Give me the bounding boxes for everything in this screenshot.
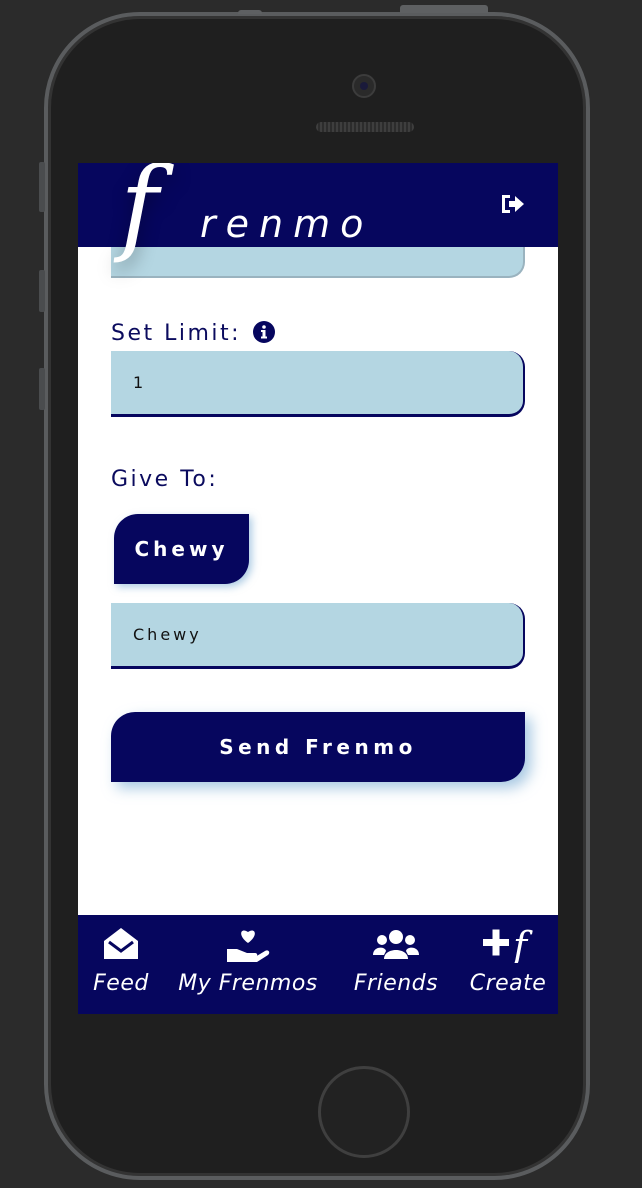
mute-switch (39, 162, 45, 212)
svg-text:f: f (510, 925, 533, 963)
tab-my-frenmos-label: My Frenmos (178, 971, 318, 996)
tab-create-label: Create (469, 971, 547, 996)
limit-input[interactable] (111, 351, 525, 417)
sign-out-icon[interactable] (500, 193, 526, 215)
tab-create[interactable]: f Create (464, 915, 552, 1014)
top-notch-button (238, 10, 262, 14)
logo-wordmark: renmo (200, 202, 374, 246)
tab-feed-label: Feed (93, 971, 149, 996)
tab-feed[interactable]: Feed (88, 915, 154, 1014)
tab-friends[interactable]: Friends (346, 915, 446, 1014)
friend-input[interactable] (111, 603, 525, 669)
earpiece-speaker (316, 122, 414, 132)
logo-f: f (120, 163, 159, 266)
give-to-label: Give To: (111, 467, 219, 492)
volume-down-button (39, 368, 45, 410)
app-screen: renmo f Set Limit: Give To: Chewy Send F… (78, 163, 558, 1014)
tab-my-frenmos[interactable]: My Frenmos (172, 915, 324, 1014)
set-limit-label: Set Limit: (111, 321, 242, 346)
info-circle-icon[interactable] (253, 321, 275, 343)
selected-friend-chip[interactable]: Chewy (114, 514, 249, 584)
envelope-open-icon (104, 928, 138, 959)
send-frenmo-button[interactable]: Send Frenmo (111, 712, 525, 782)
hand-holding-heart-icon (227, 930, 270, 962)
bottom-tab-bar: Feed My Frenmos Friends f Create (78, 915, 558, 1014)
power-button (400, 5, 488, 13)
home-button[interactable] (318, 1066, 410, 1158)
volume-up-button (39, 270, 45, 312)
plus-f-icon: f (483, 925, 533, 963)
tab-friends-label: Friends (353, 971, 439, 996)
users-icon (373, 930, 419, 959)
front-camera (352, 74, 376, 98)
